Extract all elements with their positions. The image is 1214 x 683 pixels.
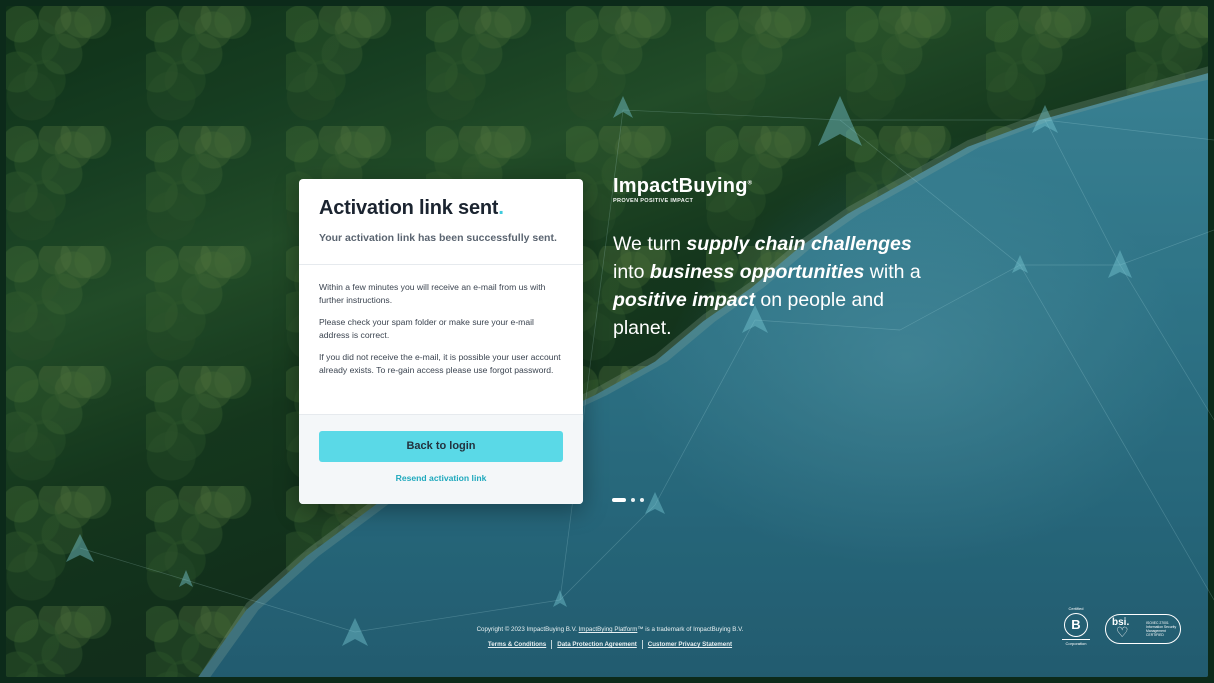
bcorp-badge: Certified B Corporation (1062, 606, 1090, 646)
hero-text: We turn (613, 233, 687, 255)
carousel-dot[interactable] (640, 498, 644, 502)
card-title: Activation link sent. (319, 197, 563, 220)
bsi-certification-text: ISO/IEC 27001 Information Security Manag… (1146, 621, 1177, 637)
terms-link[interactable]: Terms & Conditions (488, 641, 546, 648)
back-to-login-button[interactable]: Back to login (319, 431, 563, 462)
instruction-paragraph: Within a few minutes you will receive an… (319, 282, 546, 305)
instruction-paragraph: Please check your spam folder or make su… (319, 317, 534, 340)
bcorp-label-bottom: Corporation (1062, 639, 1090, 646)
network-overlay (66, 96, 1214, 646)
card-title-dot: . (498, 197, 504, 219)
bsi-badge: bsi. ♡ ISO/IEC 27001 Information Securit… (1105, 614, 1181, 644)
brand-tagline: PROVEN POSITIVE IMPACT (613, 198, 694, 204)
carousel-dot-active[interactable] (612, 498, 626, 502)
link-divider (551, 640, 553, 649)
brand-name: ImpactBuying® (613, 175, 752, 198)
activation-card: Activation link sent. Your activation li… (299, 179, 583, 504)
card-footer: Back to login Resend activation link (299, 415, 583, 504)
card-subtitle: Your activation link has been successful… (319, 232, 557, 244)
link-divider (641, 640, 643, 649)
card-title-text: Activation link sent (319, 197, 499, 219)
hero-text: into (613, 261, 650, 283)
brand-logo: ImpactBuying® PROVEN POSITIVE IMPACT (613, 175, 752, 204)
carousel-dot[interactable] (631, 498, 635, 502)
copyright-text: Copyright © 2023 ImpactBuying B.V. (476, 626, 579, 633)
card-body: Within a few minutes you will receive an… (299, 265, 583, 415)
bcorp-label-top: Certified (1068, 606, 1084, 611)
bsi-kitemark-icon: ♡ (1116, 624, 1129, 640)
hero-emphasis: supply chain challenges (686, 233, 912, 255)
trademark-text: ™ is a trademark of ImpactBuying B.V. (637, 626, 744, 633)
legal-links: Terms & Conditions Data Protection Agreem… (330, 640, 890, 649)
hero-text: with a (864, 261, 921, 283)
hero-emphasis: positive impact (613, 289, 755, 311)
hero-tagline: We turn supply chain challenges into bus… (613, 230, 923, 342)
page-footer: Copyright © 2023 ImpactBuying B.V. Impac… (330, 626, 890, 649)
privacy-statement-link[interactable]: Customer Privacy Statement (648, 641, 732, 648)
card-header: Activation link sent. Your activation li… (299, 179, 583, 265)
copyright-line: Copyright © 2023 ImpactBuying B.V. Impac… (330, 626, 890, 633)
bcorp-icon: B (1064, 613, 1088, 637)
instruction-paragraph: If you did not receive the e-mail, it is… (319, 352, 561, 375)
data-protection-link[interactable]: Data Protection Agreement (557, 641, 637, 648)
brand-trademark: ® (747, 180, 753, 187)
platform-link[interactable]: ImpactBying Platform (579, 626, 638, 633)
brand-name-text: ImpactBuying (613, 175, 748, 197)
carousel-indicator (612, 498, 644, 502)
hero-emphasis: business opportunities (649, 261, 865, 283)
resend-activation-link[interactable]: Resend activation link (319, 473, 563, 483)
